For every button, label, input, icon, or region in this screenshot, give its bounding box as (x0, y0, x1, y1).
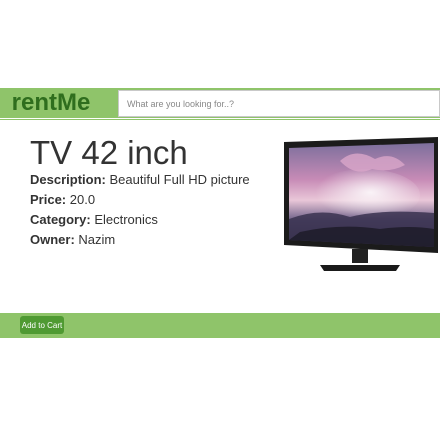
product-image (284, 137, 438, 271)
search-input[interactable] (118, 90, 440, 117)
product-title: TV 42 inch (30, 134, 188, 171)
price-value: 20.0 (69, 192, 96, 207)
owner-value: Nazim (78, 232, 116, 247)
logo[interactable]: rentMe (0, 90, 102, 116)
description-row: Description: Beautiful Full HD picture (30, 170, 280, 190)
owner-row: Owner: Nazim (30, 230, 280, 250)
description-label: Description: (30, 172, 106, 187)
product-details: Description: Beautiful Full HD picture P… (30, 170, 280, 250)
category-value: Electronics (94, 212, 158, 227)
add-to-cart-button[interactable]: Add to Cart (20, 316, 64, 334)
header-underline (0, 119, 440, 120)
category-row: Category: Electronics (30, 210, 280, 230)
header: rentMe (0, 88, 440, 120)
owner-label: Owner: (30, 232, 75, 247)
description-value: Beautiful Full HD picture (109, 172, 250, 187)
category-label: Category: (30, 212, 91, 227)
cart-bar (0, 313, 440, 338)
price-row: Price: 20.0 (30, 190, 280, 210)
price-label: Price: (30, 192, 67, 207)
